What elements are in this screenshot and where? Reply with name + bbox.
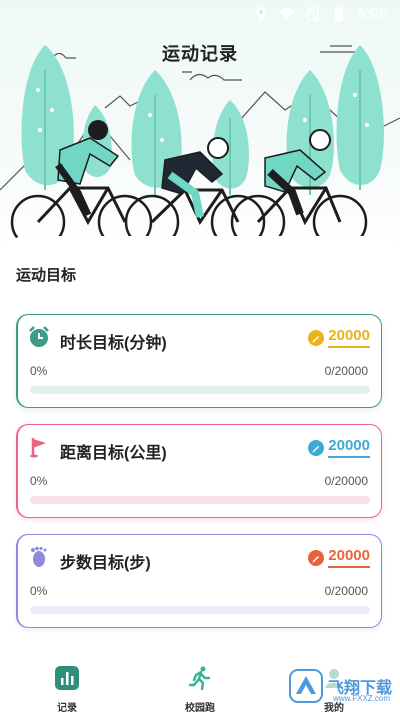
- tab-label: 记录: [57, 703, 77, 712]
- flag-icon: [30, 438, 46, 458]
- progress-percent: 0%: [30, 474, 48, 488]
- footprint-icon: [31, 546, 47, 567]
- tab-campus-run[interactable]: 校园跑: [170, 666, 230, 712]
- progress-ratio: 0/20000: [324, 474, 368, 488]
- goal-title: 距离目标(公里): [60, 445, 167, 462]
- progress-percent: 0%: [30, 584, 48, 598]
- no-sim-icon: [306, 7, 319, 21]
- chart-icon: [55, 666, 79, 690]
- hero-banner: 6:06 运动记录: [0, 0, 400, 260]
- tab-record[interactable]: 记录: [37, 666, 97, 712]
- progress-ratio: 0/20000: [324, 584, 368, 598]
- status-time: 6:06: [356, 6, 388, 22]
- runner-icon: [188, 666, 211, 691]
- progress-track: [30, 496, 370, 504]
- alarm-clock-icon: [29, 326, 49, 347]
- goal-card-duration[interactable]: 时长目标(分钟) 20000 0% 0/20000: [16, 314, 382, 408]
- page-title: 运动记录: [162, 44, 238, 64]
- battery-icon: [334, 6, 343, 21]
- progress-percent: 0%: [30, 364, 48, 378]
- goal-title: 时长目标(分钟): [60, 335, 167, 352]
- watermark: 飞翔下载 www.FXXZ.com: [288, 668, 392, 704]
- tab-label: 校园跑: [185, 703, 215, 712]
- goal-card-distance[interactable]: 距离目标(公里) 20000 0% 0/20000: [16, 424, 382, 518]
- goal-value-button[interactable]: 20000: [308, 327, 370, 348]
- progress-track: [30, 386, 370, 394]
- status-bar: 6:06: [0, 0, 400, 28]
- location-icon: [255, 7, 266, 21]
- watermark-logo: [288, 669, 323, 703]
- progress-ratio: 0/20000: [324, 364, 368, 378]
- goal-value: 20000: [328, 437, 370, 458]
- edit-icon: [308, 549, 325, 566]
- goal-value-button[interactable]: 20000: [308, 547, 370, 568]
- goal-title: 步数目标(步): [60, 555, 151, 572]
- edit-icon: [308, 329, 325, 346]
- section-title: 运动目标: [16, 267, 77, 284]
- watermark-sub: www.FXXZ.com: [333, 694, 390, 703]
- goal-card-steps[interactable]: 步数目标(步) 20000 0% 0/20000: [16, 534, 382, 628]
- cyclists-illustration: [0, 45, 400, 250]
- goal-value: 20000: [328, 547, 370, 568]
- edit-icon: [308, 439, 325, 456]
- wifi-icon: [279, 8, 294, 20]
- content-sheet: 运动目标 时长目标(分钟) 20000 0% 0/20000 距离目标(公里) …: [0, 236, 400, 660]
- goal-value: 20000: [328, 327, 370, 348]
- goal-value-button[interactable]: 20000: [308, 437, 370, 458]
- progress-track: [30, 606, 370, 614]
